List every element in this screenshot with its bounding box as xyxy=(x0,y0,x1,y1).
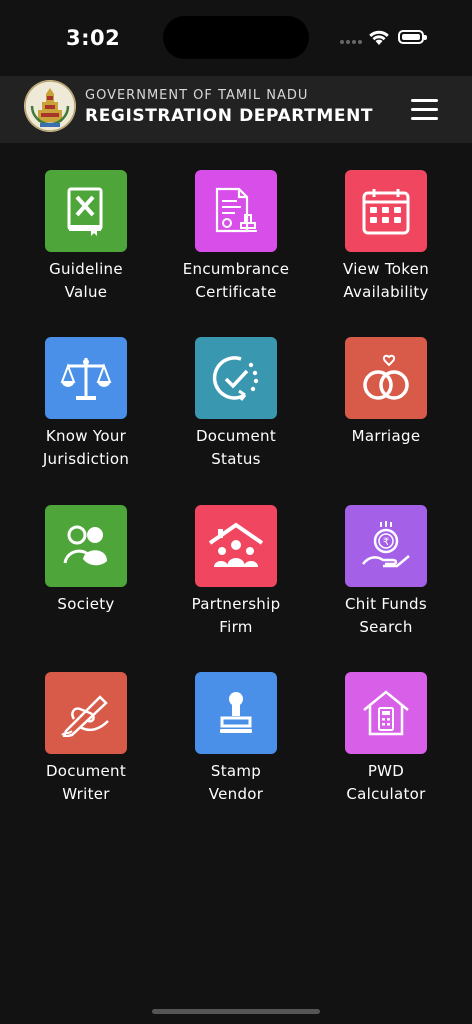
tile-stamp-vendor[interactable]: Stamp Vendor xyxy=(161,645,311,803)
tile-label-line: Stamp xyxy=(210,762,262,780)
battery-icon xyxy=(398,30,427,44)
tile-label-line: Document xyxy=(45,762,127,780)
tile-document-status[interactable]: Document Status xyxy=(161,310,311,468)
tile-view-token-availability[interactable]: View Token Availability xyxy=(311,143,461,301)
tile-icon-box xyxy=(45,505,127,587)
tile-marriage[interactable]: Marriage xyxy=(311,310,461,460)
tamil-nadu-emblem-logo xyxy=(24,80,76,132)
tile-label: Know Your Jurisdiction xyxy=(11,425,161,470)
house-family-icon xyxy=(208,522,264,567)
tile-label-line: Search xyxy=(359,617,413,636)
hamburger-menu-button[interactable] xyxy=(406,98,444,122)
tile-label-line: Guideline xyxy=(49,260,123,278)
tile-label: Guideline Value xyxy=(11,258,161,303)
tile-label-line: Firm xyxy=(219,617,253,636)
calendar-check-icon xyxy=(362,189,410,235)
certificate-stamp-icon xyxy=(215,187,257,233)
tile-label: Marriage xyxy=(311,425,461,448)
status-check-icon xyxy=(212,356,259,401)
tile-label-line: Society xyxy=(57,595,115,613)
tile-icon-box xyxy=(195,170,277,252)
tile-chit-funds-search[interactable]: ₹ Chit Funds Search xyxy=(311,478,461,636)
tile-label-line: PWD xyxy=(367,762,405,780)
tile-label: Partnership Firm xyxy=(161,593,311,638)
rupee-coin-hand-icon: ₹ xyxy=(362,521,410,568)
tile-label-line: Partnership xyxy=(191,595,281,613)
tile-label: PWD Calculator xyxy=(311,760,461,805)
menu-line xyxy=(411,108,438,111)
tile-label: Chit Funds Search xyxy=(311,593,461,638)
wedding-rings-icon xyxy=(363,354,409,400)
tile-label-line: Know Your xyxy=(45,427,127,445)
home-indicator[interactable] xyxy=(152,1009,320,1014)
svg-text:₹: ₹ xyxy=(383,537,389,548)
tile-icon-box xyxy=(195,505,277,587)
header-title: REGISTRATION DEPARTMENT xyxy=(85,106,374,126)
status-bar: 3:02 xyxy=(0,0,472,76)
people-group-icon xyxy=(63,525,107,566)
scales-of-justice-icon xyxy=(60,358,112,400)
tile-icon-box xyxy=(45,337,127,419)
tile-label-line: Value xyxy=(64,282,108,301)
tile-icon-box xyxy=(195,672,277,754)
tile-label-line: Availability xyxy=(343,282,429,301)
tile-label: Document Status xyxy=(161,425,311,470)
tile-label: View Token Availability xyxy=(311,258,461,303)
tile-guideline-value[interactable]: Guideline Value xyxy=(11,143,161,301)
tile-label-line: Document xyxy=(195,427,277,445)
tile-icon-box xyxy=(345,337,427,419)
tile-society[interactable]: Society xyxy=(11,478,161,628)
tile-pwd-calculator[interactable]: PWD Calculator xyxy=(311,645,461,803)
tile-label-line: Chit Funds xyxy=(345,595,427,613)
status-time: 3:02 xyxy=(66,26,121,50)
rubber-stamp-icon xyxy=(220,692,252,733)
tile-icon-box xyxy=(45,170,127,252)
tile-icon-box xyxy=(195,337,277,419)
tile-know-your-jurisdiction[interactable]: Know Your Jurisdiction xyxy=(11,310,161,468)
tile-icon-box xyxy=(345,672,427,754)
header-subtitle: GOVERNMENT OF TAMIL NADU xyxy=(85,88,309,103)
tile-label: Encumbrance Certificate xyxy=(161,258,311,303)
tile-label-line: Certificate xyxy=(195,282,277,301)
menu-line xyxy=(411,99,438,102)
tile-label-line: Marriage xyxy=(351,427,421,445)
tile-icon-box xyxy=(345,170,427,252)
tile-partnership-firm[interactable]: Partnership Firm xyxy=(161,478,311,636)
writing-hand-icon xyxy=(61,695,109,737)
tile-label-line: Jurisdiction xyxy=(42,449,130,468)
guideline-book-icon xyxy=(67,187,103,236)
tile-label: Document Writer xyxy=(11,760,161,805)
tile-label-line: Encumbrance xyxy=(182,260,290,278)
tile-icon-box: ₹ xyxy=(345,505,427,587)
dynamic-island xyxy=(163,16,309,59)
tile-label-line: Vendor xyxy=(208,784,264,803)
tile-label-line: Status xyxy=(211,449,261,468)
cellular-signal-icon xyxy=(340,40,362,46)
house-calculator-icon xyxy=(363,690,409,736)
tile-encumbrance-certificate[interactable]: Encumbrance Certificate xyxy=(161,143,311,301)
menu-line xyxy=(411,117,438,120)
app-header: GOVERNMENT OF TAMIL NADU REGISTRATION DE… xyxy=(0,76,472,143)
tile-label-line: Writer xyxy=(62,784,110,803)
wifi-icon xyxy=(369,30,389,45)
tile-label: Society xyxy=(11,593,161,616)
tile-label-line: Calculator xyxy=(346,784,426,803)
tile-label: Stamp Vendor xyxy=(161,760,311,805)
tile-icon-box xyxy=(45,672,127,754)
tile-document-writer[interactable]: Document Writer xyxy=(11,645,161,803)
tile-label-line: View Token xyxy=(342,260,430,278)
